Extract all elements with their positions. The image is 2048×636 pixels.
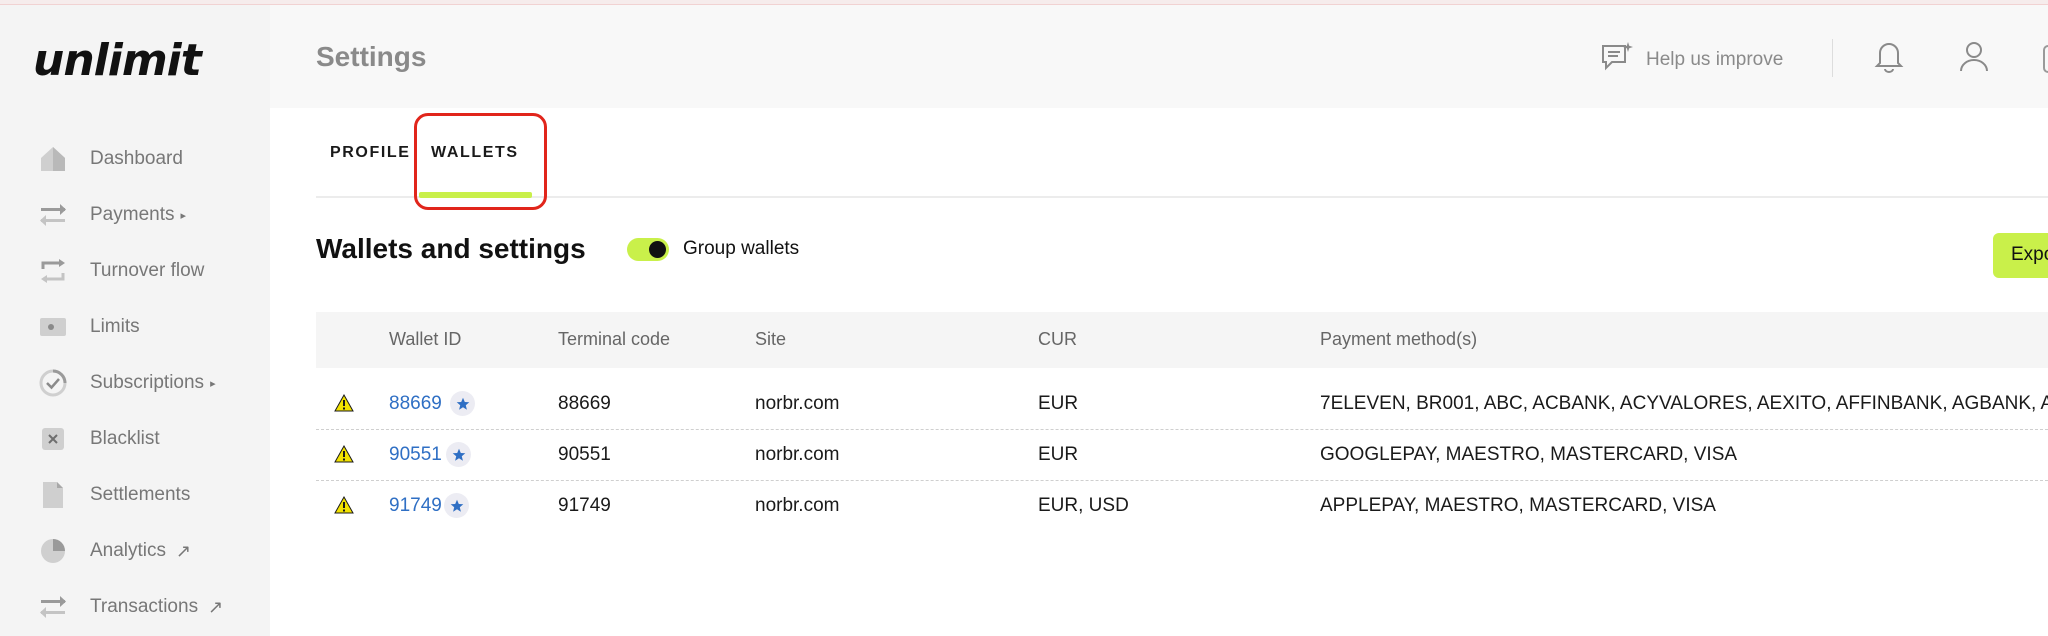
column-header-terminal-code[interactable]: Terminal code [558, 329, 670, 350]
feedback-chat-icon [1600, 41, 1634, 78]
tab-profile[interactable]: PROFILE [330, 144, 411, 162]
sidebar: unlimit Dashboard Payments ▸ Turnover fl… [0, 5, 270, 636]
currency-cell: EUR, USD [1038, 495, 1129, 516]
loop-icon [36, 254, 70, 288]
sidebar-item-analytics[interactable]: Analytics ↗ [36, 531, 191, 571]
table-header: Wallet ID Terminal code Site CUR Payment… [316, 312, 2048, 368]
sidebar-item-turnover-flow[interactable]: Turnover flow [36, 251, 204, 291]
subscription-check-icon [36, 366, 70, 400]
sidebar-item-label: Transactions [90, 596, 199, 617]
wallet-id-link[interactable]: 90551 [389, 444, 442, 466]
payment-methods-cell: APPLEPAY, MAESTRO, MASTERCARD, VISA [1320, 495, 1716, 516]
blacklist-icon [36, 422, 70, 456]
site-cell: norbr.com [755, 393, 840, 414]
sidebar-item-label: Turnover flow [90, 260, 205, 281]
table-row[interactable]: 88669 88669 norbr.com EUR 7ELEVEN, BR001… [316, 379, 2048, 430]
arrows-swap-icon [36, 590, 70, 624]
sidebar-item-label: Analytics [90, 540, 167, 561]
group-wallets-label: Group wallets [683, 238, 800, 259]
logout-icon[interactable] [2043, 45, 2048, 73]
warning-icon [334, 495, 354, 519]
sidebar-item-label: Dashboard [90, 148, 183, 169]
pie-chart-icon [36, 534, 70, 568]
favorite-star-icon[interactable] [450, 391, 475, 416]
payment-methods-cell: GOOGLEPAY, MAESTRO, MASTERCARD, VISA [1320, 444, 1738, 465]
sidebar-item-payments[interactable]: Payments ▸ [36, 195, 186, 235]
warning-icon [334, 393, 354, 417]
site-cell: norbr.com [755, 444, 840, 465]
notifications-bell-icon[interactable] [1874, 39, 1904, 78]
sidebar-item-label: Settlements [90, 484, 191, 505]
sidebar-item-label: Blacklist [90, 428, 160, 449]
section-title: Wallets and settings [316, 233, 586, 264]
top-header: Settings Help us improve [270, 5, 2048, 108]
header-divider [1832, 39, 1833, 77]
chevron-right-icon: ▸ [180, 209, 187, 222]
home-icon [36, 142, 70, 176]
column-header-wallet-id[interactable]: Wallet ID [389, 329, 461, 350]
page-title: Settings [316, 41, 427, 72]
arrows-swap-icon [36, 198, 70, 232]
app-logo[interactable]: unlimit [33, 35, 202, 86]
column-header-site[interactable]: Site [755, 329, 786, 350]
highlight-annotation [414, 113, 547, 210]
sidebar-item-limits[interactable]: Limits [36, 307, 140, 347]
terminal-code-cell: 90551 [558, 444, 611, 465]
site-cell: norbr.com [755, 495, 840, 516]
sidebar-item-dashboard[interactable]: Dashboard [36, 139, 183, 179]
external-link-icon: ↗ [176, 540, 192, 561]
terminal-code-cell: 88669 [558, 393, 611, 414]
settings-tabs: PROFILE WALLETS [316, 108, 2048, 198]
sidebar-item-label: Subscriptions [90, 372, 205, 393]
wallet-id-link[interactable]: 91749 [389, 495, 442, 517]
chevron-right-icon: ▸ [210, 377, 216, 390]
limits-icon [36, 310, 70, 344]
currency-cell: EUR [1038, 444, 1079, 465]
favorite-star-icon[interactable] [446, 442, 471, 467]
sidebar-item-subscriptions[interactable]: Subscriptions ▸ [36, 363, 216, 403]
group-wallets-toggle[interactable] [627, 238, 669, 261]
warning-icon [334, 444, 354, 468]
sidebar-item-transactions[interactable]: Transactions ↗ [36, 587, 223, 627]
toggle-knob [649, 241, 666, 258]
document-icon [36, 478, 70, 512]
favorite-star-icon[interactable] [444, 493, 469, 518]
table-row[interactable]: 91749 91749 norbr.com EUR, USD APPLEPAY,… [316, 481, 2048, 532]
sidebar-item-label: Limits [90, 316, 140, 337]
external-link-icon: ↗ [208, 596, 224, 617]
terminal-code-cell: 91749 [558, 495, 611, 516]
user-profile-icon[interactable] [1958, 39, 1990, 78]
column-header-payment-methods[interactable]: Payment method(s) [1320, 329, 1477, 350]
sidebar-item-label: Payments [90, 204, 175, 225]
payment-methods-cell: 7ELEVEN, BR001, ABC, ACBANK, ACYVALORES,… [1320, 393, 2048, 414]
table-row[interactable]: 90551 90551 norbr.com EUR GOOGLEPAY, MAE… [316, 430, 2048, 481]
help-us-improve-button[interactable]: Help us improve [1600, 41, 1783, 78]
sidebar-item-settlements[interactable]: Settlements [36, 475, 190, 515]
sidebar-item-blacklist[interactable]: Blacklist [36, 419, 160, 459]
wallet-id-link[interactable]: 88669 [389, 393, 442, 415]
currency-cell: EUR [1038, 393, 1079, 414]
help-us-improve-label: Help us improve [1646, 48, 1784, 70]
export-button[interactable]: Export [1993, 233, 2048, 278]
column-header-currency[interactable]: CUR [1038, 329, 1077, 350]
